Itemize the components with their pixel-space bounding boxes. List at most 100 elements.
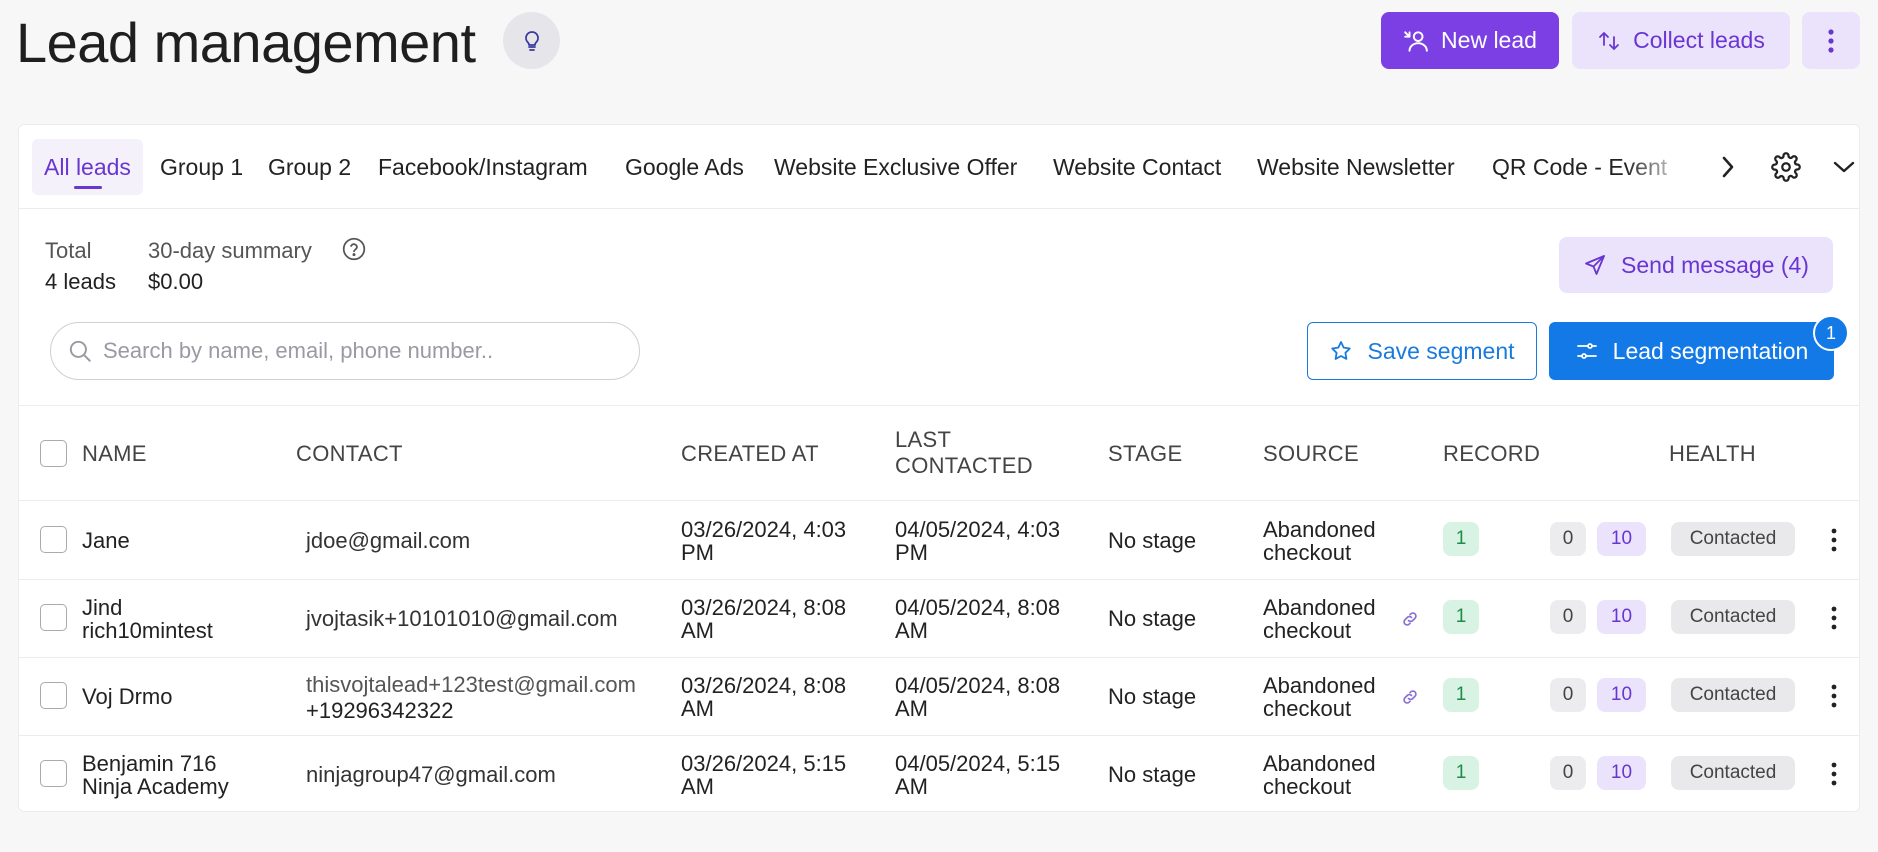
column-source[interactable]: SOURCE — [1263, 441, 1359, 467]
lead-name-line-1: Jane — [82, 528, 130, 553]
row-actions-button[interactable] — [1824, 523, 1844, 557]
save-segment-button[interactable]: Save segment — [1307, 322, 1537, 380]
lead-contact: ninjagroup47@gmail.com — [306, 763, 666, 786]
star-icon — [1331, 341, 1352, 360]
send-icon — [1585, 255, 1605, 275]
created-at-line-2: AM — [681, 618, 714, 643]
column-last-contacted[interactable]: LAST CONTACTED — [895, 427, 1033, 479]
kebab-icon — [1831, 528, 1837, 552]
lead-stage[interactable]: No stage — [1108, 763, 1248, 786]
last-contacted-line-2: AM — [895, 618, 928, 643]
row-actions-button[interactable] — [1824, 679, 1844, 713]
lead-stage[interactable]: No stage — [1108, 529, 1248, 552]
lead-name: Jane — [82, 518, 282, 552]
tabs-expand-button[interactable] — [1824, 147, 1859, 187]
tab-group-1[interactable]: Group 1 — [160, 139, 243, 195]
record-badge-gray: 0 — [1550, 522, 1586, 556]
tabs-scroll-right-button[interactable] — [1708, 147, 1748, 187]
new-lead-button[interactable]: New lead — [1381, 12, 1559, 69]
search-input[interactable] — [103, 338, 623, 364]
lead-email: jvojtasik+10101010@gmail.com — [306, 606, 618, 631]
record-badge-purple: 10 — [1597, 600, 1646, 634]
lead-created-at: 03/26/2024, 8:08 AM — [681, 596, 881, 642]
last-contacted-line-2: AM — [895, 774, 928, 799]
link-icon[interactable] — [1401, 688, 1419, 706]
record-badge-gray: 0 — [1550, 756, 1586, 790]
health-badge: Contacted — [1671, 678, 1795, 712]
source-line-2: checkout — [1263, 774, 1352, 799]
tab-google-ads[interactable]: Google Ads — [625, 139, 744, 195]
lightbulb-icon — [524, 30, 539, 51]
lead-contact: jvojtasik+10101010@gmail.com — [306, 607, 666, 630]
lead-name-line-1: Voj Drmo — [82, 684, 173, 709]
column-name[interactable]: NAME — [82, 441, 147, 467]
table-row[interactable]: Voj Drmo thisvojtalead+123test@gmail.com… — [19, 658, 1859, 736]
search-box — [50, 322, 640, 380]
tab-website-newsletter[interactable]: Website Newsletter — [1257, 139, 1455, 195]
record-badge-green: 1 — [1443, 678, 1479, 712]
lead-contact: jdoe@gmail.com — [306, 529, 666, 552]
lead-source: Abandoned checkout — [1263, 518, 1403, 564]
created-at-line-1: 03/26/2024, 8:08 — [681, 673, 847, 698]
table-row[interactable]: Jind rich10mintest jvojtasik+10101010@gm… — [19, 580, 1859, 658]
search-icon — [69, 340, 91, 362]
source-line-2: checkout — [1263, 540, 1352, 565]
lead-name: Voj Drmo — [82, 685, 282, 708]
last-contacted-line-2: PM — [895, 540, 928, 565]
tab-website-contact[interactable]: Website Contact — [1053, 139, 1221, 195]
column-record[interactable]: RECORD — [1443, 441, 1540, 467]
row-checkbox[interactable] — [40, 760, 67, 787]
created-at-line-1: 03/26/2024, 8:08 — [681, 595, 847, 620]
column-last-contacted-line-2: CONTACTED — [895, 453, 1033, 478]
lead-stage[interactable]: No stage — [1108, 685, 1248, 708]
row-checkbox[interactable] — [40, 526, 67, 553]
row-actions-button[interactable] — [1824, 601, 1844, 635]
select-all-checkbox[interactable] — [40, 440, 67, 467]
record-badge-green: 1 — [1443, 600, 1479, 634]
health-badge: Contacted — [1671, 756, 1795, 790]
record-badge-green: 1 — [1443, 756, 1479, 790]
table-row[interactable]: Jane jdoe@gmail.com 03/26/2024, 4:03 PM … — [19, 502, 1859, 580]
row-checkbox[interactable] — [40, 604, 67, 631]
kebab-icon — [1831, 684, 1837, 708]
summary-help-button[interactable] — [341, 236, 367, 262]
lead-source: Abandoned checkout — [1263, 752, 1403, 798]
total-label: Total — [45, 238, 92, 263]
lead-name-line-1: Jind — [82, 595, 123, 620]
kebab-icon — [1831, 762, 1837, 786]
page-title: Lead management — [16, 11, 476, 74]
tabs-settings-button[interactable] — [1766, 147, 1806, 187]
column-stage[interactable]: STAGE — [1108, 441, 1182, 467]
tab-facebook-instagram[interactable]: Facebook/Instagram — [378, 139, 588, 195]
created-at-line-2: PM — [681, 540, 714, 565]
column-contact[interactable]: CONTACT — [296, 441, 403, 467]
column-created-at[interactable]: CREATED AT — [681, 441, 819, 467]
lead-segmentation-label: Lead segmentation — [1612, 337, 1809, 364]
table-row[interactable]: Benjamin 716 Ninja Academy ninjagroup47@… — [19, 736, 1859, 811]
lead-name: Benjamin 716 Ninja Academy — [82, 752, 282, 798]
lead-source: Abandoned checkout — [1263, 596, 1403, 642]
tab-group-2[interactable]: Group 2 — [268, 139, 351, 195]
collect-leads-button[interactable]: Collect leads — [1572, 12, 1790, 69]
created-at-line-1: 03/26/2024, 4:03 — [681, 517, 847, 542]
lightbulb-button[interactable] — [503, 12, 560, 69]
new-lead-label: New lead — [1441, 27, 1537, 53]
lead-last-contacted: 04/05/2024, 5:15 AM — [895, 752, 1095, 798]
gear-icon — [1771, 152, 1801, 182]
lead-stage[interactable]: No stage — [1108, 607, 1248, 630]
swap-arrows-icon — [1599, 31, 1620, 50]
tab-website-exclusive-offer[interactable]: Website Exclusive Offer — [774, 139, 1017, 195]
tab-all-leads[interactable]: All leads — [32, 139, 143, 195]
more-options-button[interactable] — [1802, 12, 1860, 69]
record-badge-purple: 10 — [1597, 678, 1646, 712]
lead-segmentation-button[interactable]: Lead segmentation — [1549, 322, 1834, 380]
send-message-button[interactable]: Send message (4) — [1559, 237, 1833, 293]
lead-email: jdoe@gmail.com — [306, 528, 471, 553]
source-line-1: Abandoned — [1263, 673, 1376, 698]
lead-name-line-1: Benjamin 716 — [82, 751, 217, 776]
link-icon[interactable] — [1401, 610, 1419, 628]
column-health[interactable]: HEALTH — [1669, 441, 1756, 467]
row-checkbox[interactable] — [40, 682, 67, 709]
row-actions-button[interactable] — [1824, 757, 1844, 791]
kebab-icon — [1828, 28, 1834, 53]
